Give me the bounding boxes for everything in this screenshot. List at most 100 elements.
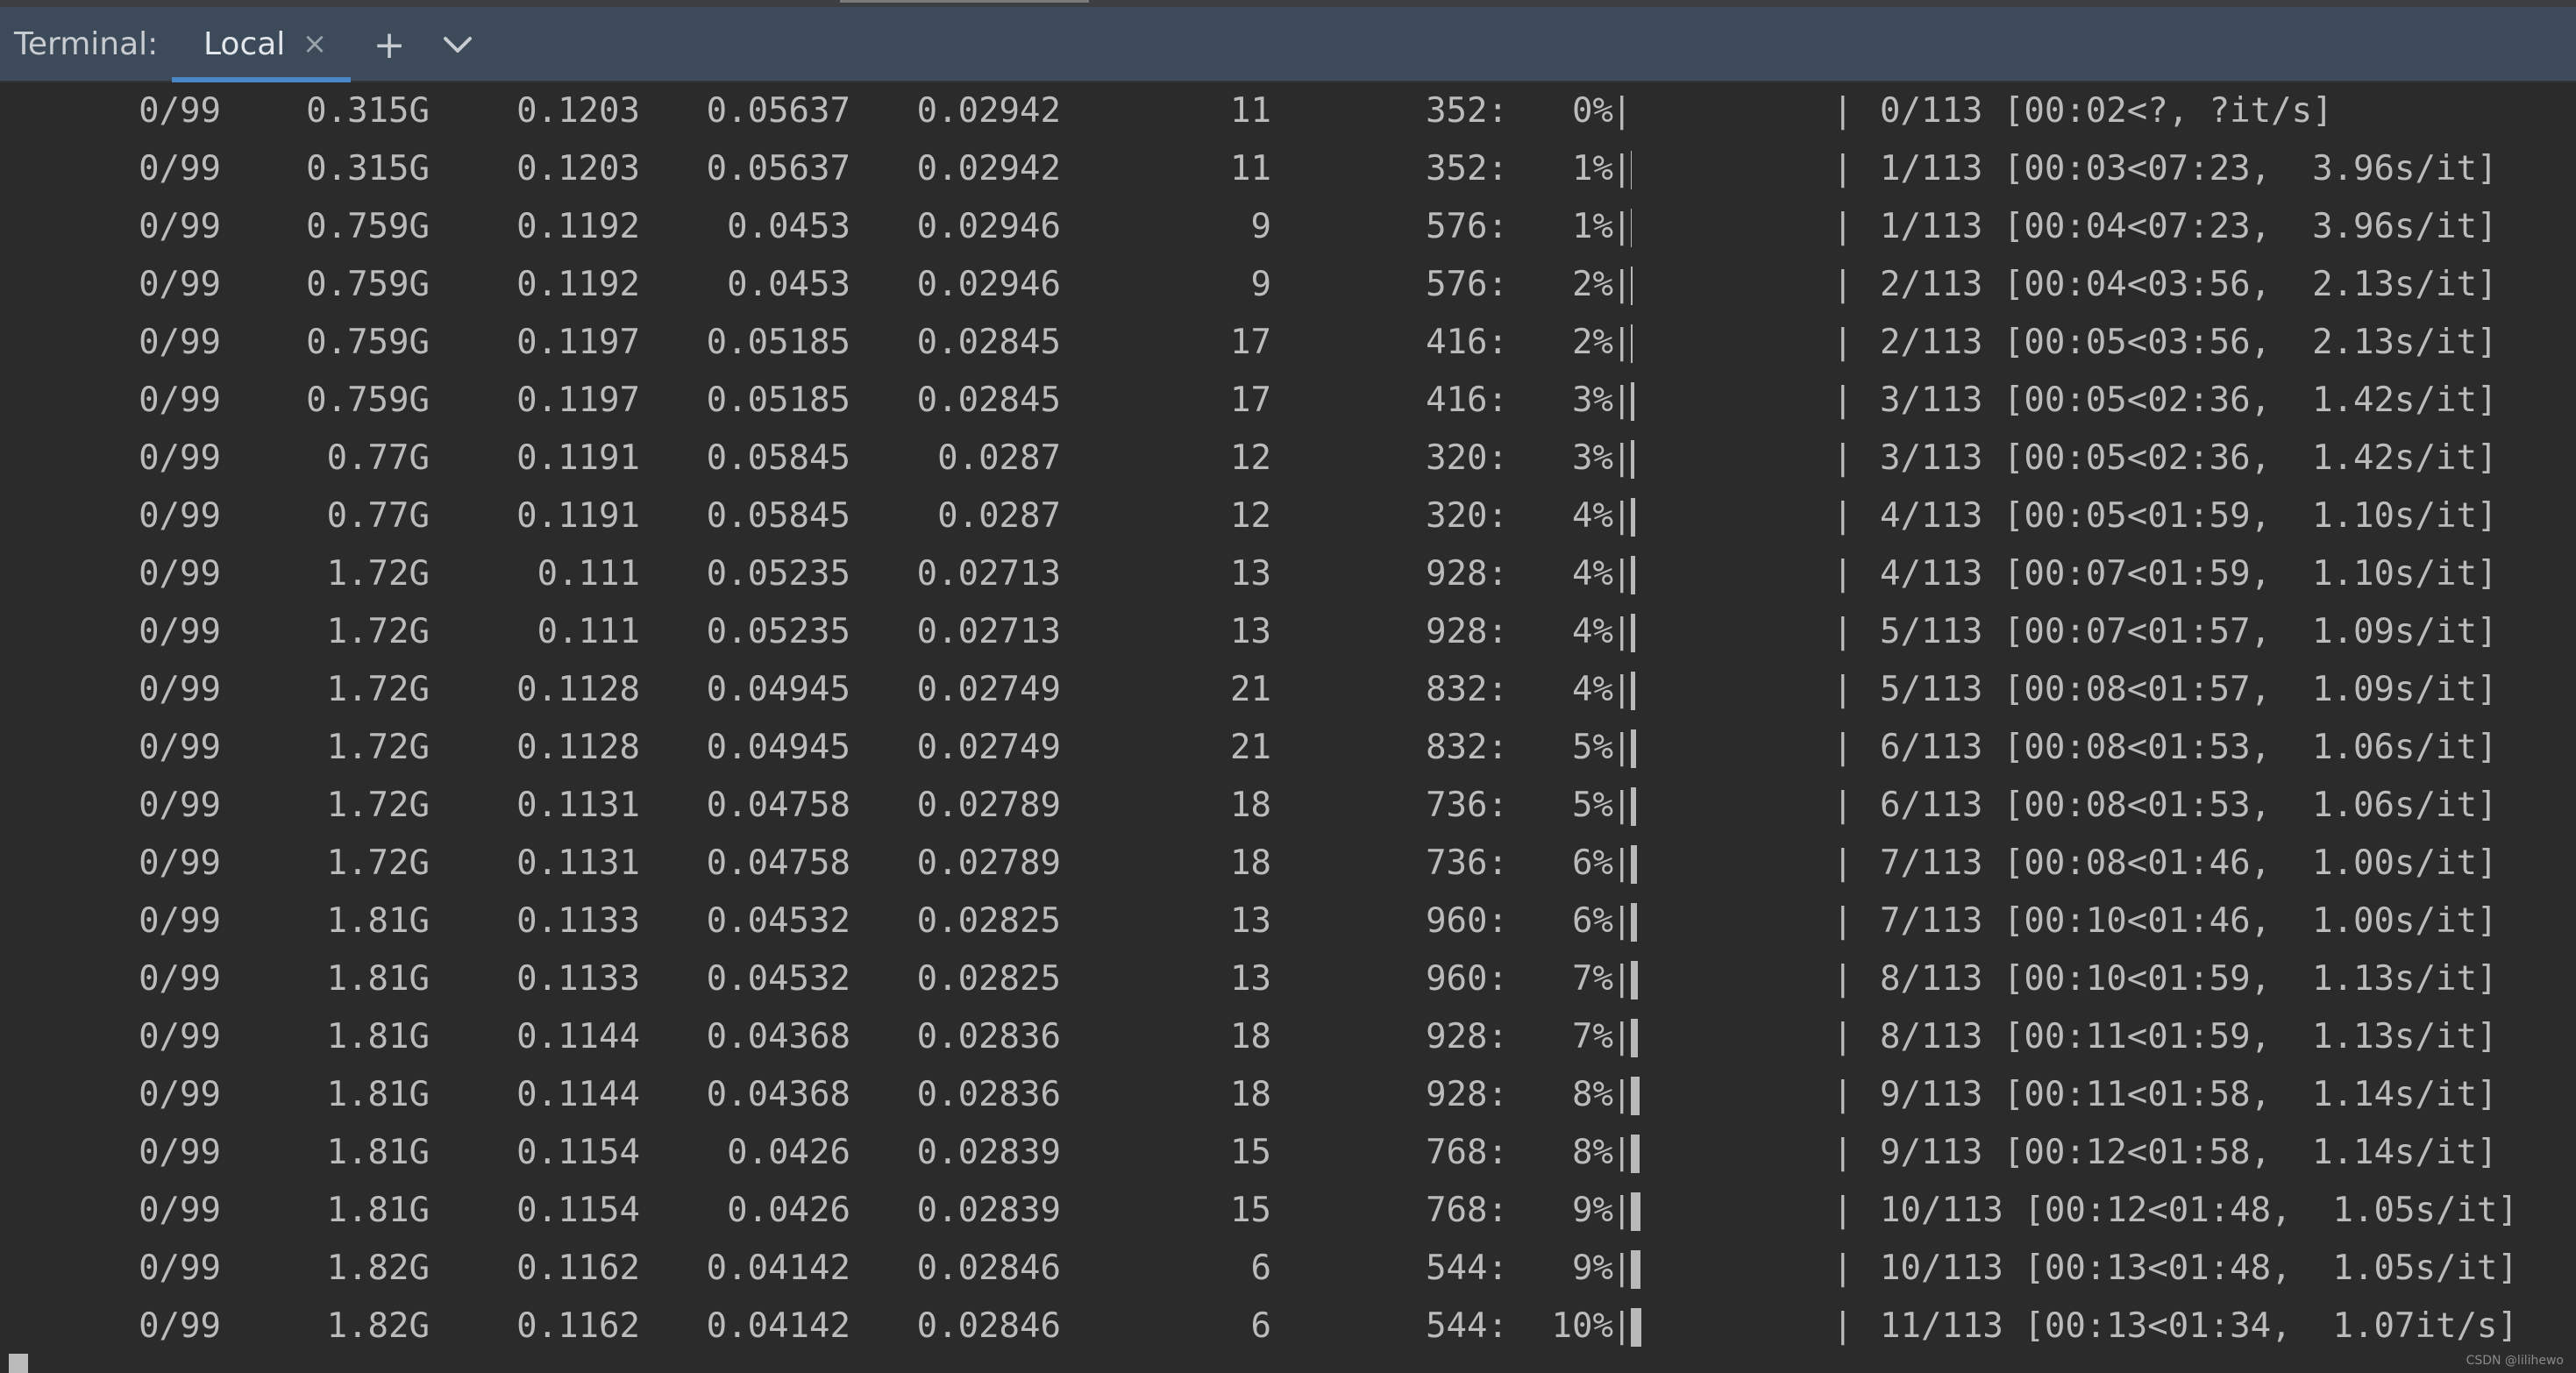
progress-text: 5/113 [00:07<01:57, 1.09s/it] [1880,612,2498,651]
progress-bar-fill [1631,1308,1641,1347]
obj-loss-cell: 0.05637 [706,149,850,189]
progress-right-border: | [1832,670,1854,709]
labels-cell: 18 [1230,1017,1271,1056]
labels-cell: 12 [1230,496,1271,536]
cls-loss-cell: 0.02846 [916,1249,1061,1288]
box-loss-cell: 0.1128 [516,670,640,709]
terminal-row: 0/99 1.81G 0.1133 0.04532 0.02825 13 960: 6% | | 7… [0,893,2576,950]
cls-loss-cell: 0.0287 [937,438,1061,478]
gpu-mem-cell: 0.77G [326,496,430,536]
percent-cell: 3% [1572,381,1613,420]
cls-loss-cell: 0.02946 [916,207,1061,246]
tab-options-button[interactable] [438,26,477,65]
obj-loss-cell: 0.0453 [727,207,850,246]
progress-bar-fill [1631,845,1637,884]
progress-bar-fill [1631,672,1635,710]
progress-right-border: | [1832,265,1854,304]
epoch-cell: 0/99 [139,496,221,536]
progress-bar-fill [1631,556,1635,594]
box-loss-cell: 0.1203 [516,91,640,131]
progress-right-border: | [1832,786,1854,825]
progress-left-border: | [1612,670,1633,709]
epoch-cell: 0/99 [139,612,221,651]
img-size-cell: 960: [1426,901,1508,941]
percent-cell: 7% [1572,1017,1613,1056]
progress-left-border: | [1612,149,1633,189]
progress-text: 11/113 [00:13<01:34, 1.07it/s] [1880,1306,2518,1346]
terminal-row: 0/99 1.81G 0.1144 0.04368 0.02836 18 928: 7% | | 8… [0,1008,2576,1066]
img-size-cell: 928: [1426,554,1508,594]
progress-right-border: | [1832,1249,1854,1288]
close-icon[interactable]: × [300,26,330,61]
progress-bar-fill [1631,1250,1640,1289]
gpu-mem-cell: 1.81G [326,901,430,941]
labels-cell: 12 [1230,438,1271,478]
progress-left-border: | [1612,207,1633,246]
terminal-output[interactable]: 0/99 0.315G 0.1203 0.05637 0.02942 11 352: 0% | |… [0,82,2576,1373]
box-loss-cell: 0.1133 [516,959,640,999]
epoch-cell: 0/99 [139,901,221,941]
epoch-cell: 0/99 [139,786,221,825]
progress-left-border: | [1612,612,1633,651]
progress-right-border: | [1832,1306,1854,1346]
box-loss-cell: 0.1154 [516,1191,640,1230]
epoch-cell: 0/99 [139,381,221,420]
labels-cell: 17 [1230,381,1271,420]
progress-text: 7/113 [00:10<01:46, 1.00s/it] [1880,901,2498,941]
obj-loss-cell: 0.04758 [706,786,850,825]
gpu-mem-cell: 1.81G [326,1075,430,1114]
progress-text: 1/113 [00:04<07:23, 3.96s/it] [1880,207,2498,246]
labels-cell: 11 [1230,149,1271,189]
gpu-mem-cell: 0.77G [326,438,430,478]
labels-cell: 13 [1230,959,1271,999]
terminal-row: 0/99 0.759G 0.1192 0.0453 0.02946 9 576: 2% | | 2/… [0,256,2576,314]
epoch-cell: 0/99 [139,554,221,594]
box-loss-cell: 0.1128 [516,728,640,767]
percent-cell: 2% [1572,323,1613,362]
percent-cell: 4% [1572,554,1613,594]
epoch-cell: 0/99 [139,1191,221,1230]
progress-left-border: | [1612,1075,1633,1114]
percent-cell: 2% [1572,265,1613,304]
progress-bar-fill [1631,498,1635,537]
progress-right-border: | [1832,438,1854,478]
plus-icon: + [373,23,406,68]
epoch-cell: 0/99 [139,149,221,189]
box-loss-cell: 0.1162 [516,1249,640,1288]
window-top-strip [0,0,2576,7]
terminal-cursor [9,1354,28,1373]
box-loss-cell: 0.1192 [516,207,640,246]
cls-loss-cell: 0.02942 [916,91,1061,131]
percent-cell: 8% [1572,1075,1613,1114]
tab-local[interactable]: Local × [172,7,351,82]
obj-loss-cell: 0.0426 [727,1191,850,1230]
img-size-cell: 928: [1426,1017,1508,1056]
tab-local-label: Local [203,26,286,62]
cls-loss-cell: 0.02713 [916,612,1061,651]
progress-right-border: | [1832,1075,1854,1114]
obj-loss-cell: 0.0426 [727,1133,850,1172]
labels-cell: 21 [1230,670,1271,709]
window-top-highlight [840,0,1089,3]
progress-bar-fill [1631,729,1636,768]
terminal-row: 0/99 1.81G 0.1154 0.0426 0.02839 15 768: 9% | | 10… [0,1182,2576,1240]
progress-left-border: | [1612,1191,1633,1230]
progress-right-border: | [1832,728,1854,767]
progress-text: 0/113 [00:02<?, ?it/s] [1880,91,2333,131]
epoch-cell: 0/99 [139,91,221,131]
labels-cell: 18 [1230,1075,1271,1114]
percent-cell: 9% [1572,1249,1613,1288]
new-tab-button[interactable]: + [370,26,409,65]
img-size-cell: 416: [1426,381,1508,420]
percent-cell: 9% [1572,1191,1613,1230]
gpu-mem-cell: 1.81G [326,1191,430,1230]
epoch-cell: 0/99 [139,843,221,883]
progress-bar-fill [1631,151,1632,189]
progress-right-border: | [1832,959,1854,999]
labels-cell: 18 [1230,786,1271,825]
labels-cell: 6 [1250,1306,1271,1346]
img-size-cell: 544: [1426,1306,1508,1346]
box-loss-cell: 0.1191 [516,438,640,478]
obj-loss-cell: 0.0453 [727,265,850,304]
percent-cell: 6% [1572,843,1613,883]
